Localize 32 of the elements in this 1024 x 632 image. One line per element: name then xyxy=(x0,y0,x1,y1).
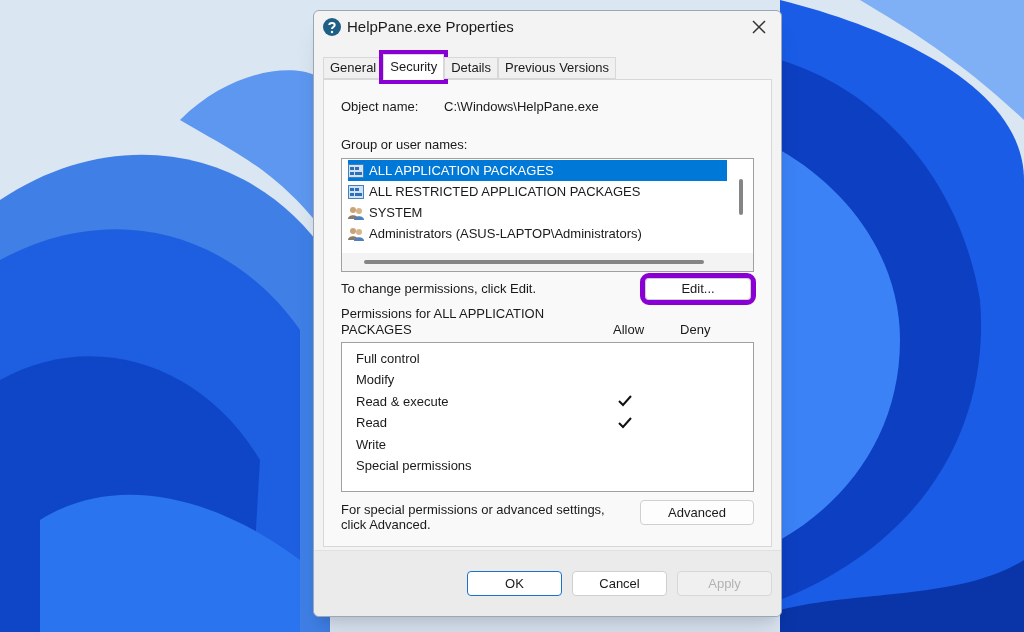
dialog-button[interactable]: OK xyxy=(467,571,562,596)
package-icon xyxy=(348,163,364,178)
users-icon xyxy=(348,205,364,220)
permission-name: Modify xyxy=(356,371,396,390)
edit-hint: To change permissions, click Edit. xyxy=(341,280,537,299)
horizontal-scrollbar[interactable] xyxy=(342,253,753,271)
users-icon xyxy=(348,226,364,241)
permission-name: Read & execute xyxy=(356,392,450,411)
tab[interactable]: Previous Versions xyxy=(497,57,617,79)
group-list-label: Group or user names: xyxy=(341,135,469,154)
object-name-label: Object name: xyxy=(341,98,420,116)
group-list-item[interactable]: Administrators (ASUS-LAPTOP\Administrators) xyxy=(348,223,727,244)
vertical-scrollbar[interactable] xyxy=(739,179,743,215)
window-title: HelpPane.exe Properties xyxy=(347,16,515,37)
permission-name: Read xyxy=(356,414,389,433)
allow-header: Allow xyxy=(613,322,645,338)
deny-header: Deny xyxy=(680,322,711,338)
package-icon xyxy=(348,184,364,199)
group-list-item[interactable]: ALL RESTRICTED APPLICATION PACKAGES xyxy=(348,181,727,202)
permission-name: Write xyxy=(356,435,388,454)
close-icon xyxy=(752,20,766,34)
group-list-item[interactable]: SYSTEM xyxy=(348,202,727,223)
help-icon xyxy=(323,18,341,36)
group-list-item[interactable]: ALL APPLICATION PACKAGES xyxy=(348,160,727,181)
permission-name: Full control xyxy=(356,349,421,368)
advanced-hint: For special permissions or advanced settings, click Advanced. xyxy=(341,501,606,532)
object-name-value: C:\Windows\HelpPane.exe xyxy=(444,98,599,116)
dialog-button[interactable]: Cancel xyxy=(572,571,667,596)
permission-name: Special permissions xyxy=(356,456,473,475)
permissions-title: Permissions for ALL APPLICATION PACKAGES xyxy=(341,306,546,338)
advanced-button[interactable]: Advanced xyxy=(640,500,754,525)
tab[interactable]: Details xyxy=(444,57,498,79)
